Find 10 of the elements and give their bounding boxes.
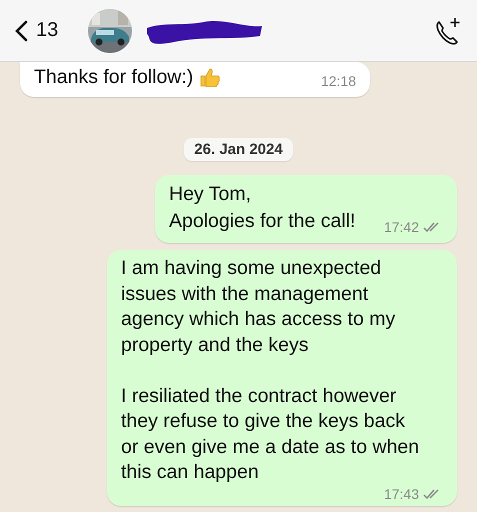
message-text: I am having some unexpected issues with the management agency which has access to my property and the keys bbox=[121, 256, 396, 358]
back-chevron-icon bbox=[14, 20, 28, 42]
message-time: 17:42 bbox=[384, 219, 419, 235]
date-label: 26. Jan 2024 bbox=[184, 138, 293, 161]
message-text: Hey Tom, Apologies for the call! bbox=[169, 182, 356, 234]
back-button[interactable]: 13 bbox=[14, 19, 58, 42]
message-time: 12:18 bbox=[320, 73, 356, 89]
message-text: I resiliated the contract however they refuse to give the keys back or even give me a date as to when this can happen bbox=[121, 384, 420, 485]
message-text: Thanks for follow:) bbox=[34, 65, 194, 90]
message-time: 17:43 bbox=[384, 486, 419, 502]
